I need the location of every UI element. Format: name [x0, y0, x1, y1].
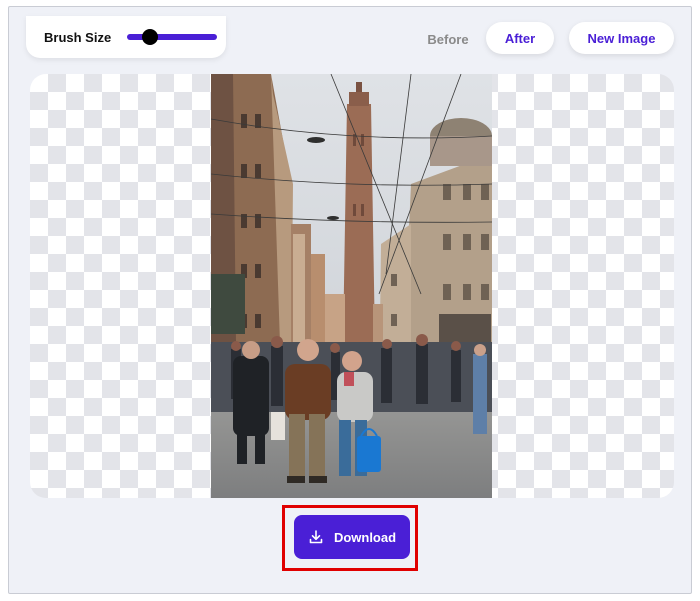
- brush-size-control: Brush Size: [26, 16, 226, 58]
- new-image-button[interactable]: New Image: [569, 22, 674, 54]
- brush-size-slider[interactable]: [127, 29, 218, 45]
- after-toggle[interactable]: After: [486, 22, 554, 54]
- slider-track[interactable]: [127, 34, 218, 40]
- download-label: Download: [333, 529, 397, 545]
- slider-thumb[interactable]: [141, 29, 158, 45]
- image-canvas[interactable]: [30, 74, 674, 498]
- download-highlight: Download: [282, 505, 418, 571]
- result-image: [211, 74, 492, 498]
- download-button[interactable]: Download: [294, 515, 410, 559]
- brush-size-label: Brush Size: [44, 29, 112, 45]
- download-icon: [309, 530, 323, 544]
- before-toggle[interactable]: Before: [420, 24, 476, 54]
